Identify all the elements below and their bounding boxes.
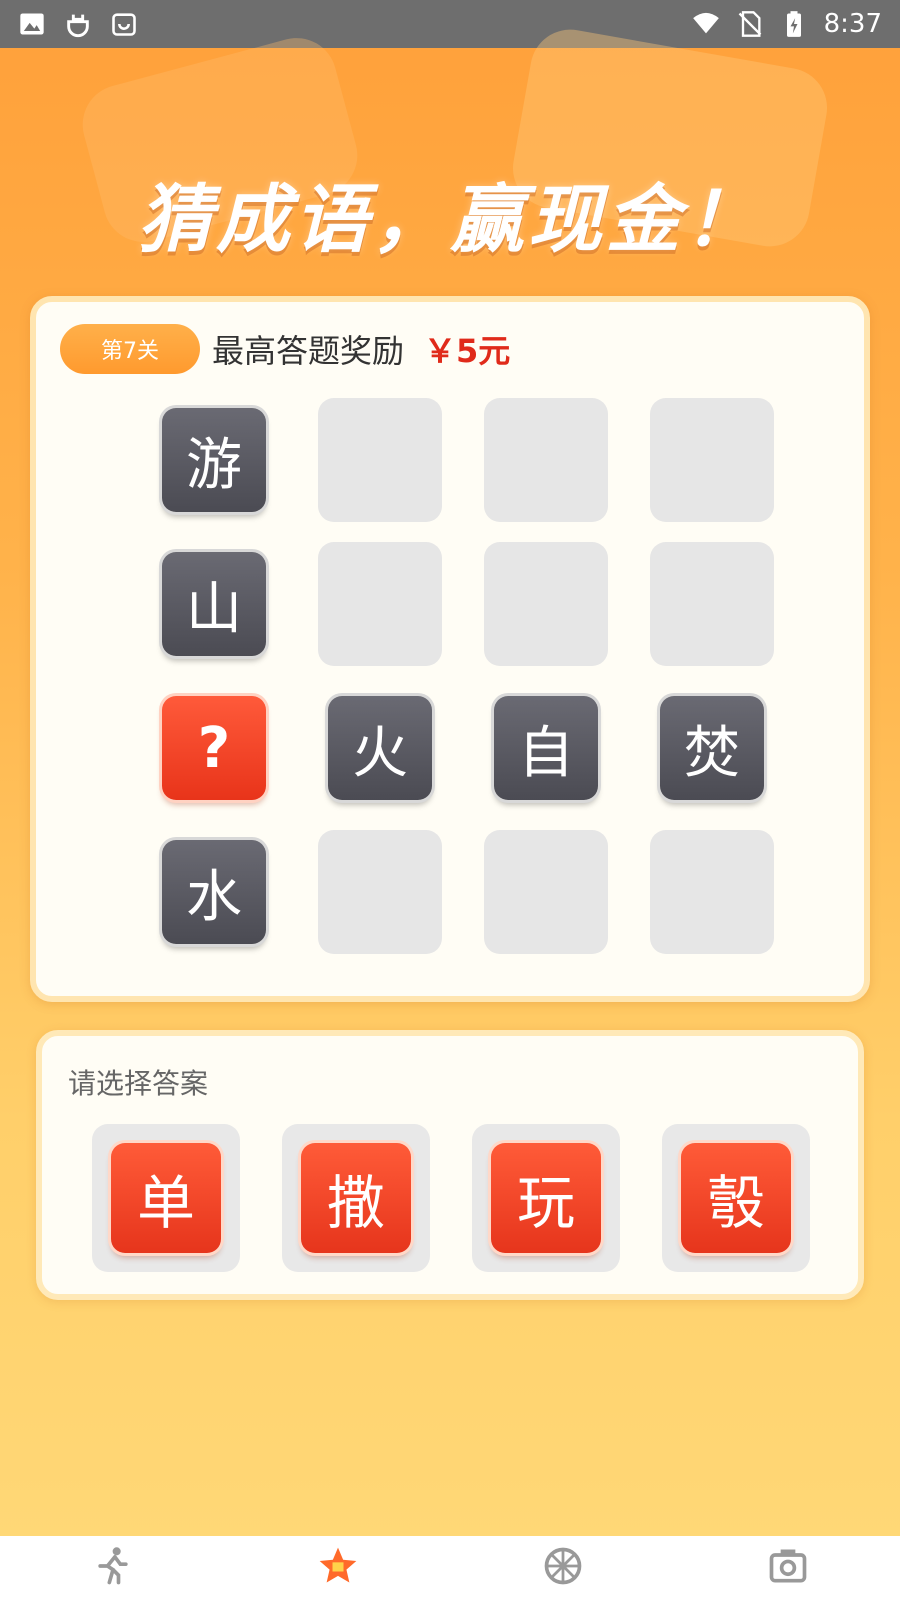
level-row: 第7关 最高答题奖励 ￥5元 bbox=[60, 324, 510, 374]
answer-option-char: 玩 bbox=[491, 1143, 601, 1253]
grid-tile-char: 山 bbox=[162, 552, 266, 656]
answer-options: 单 撒 玩 彀 bbox=[92, 1124, 810, 1272]
grid-tile-char: 自 bbox=[494, 696, 598, 800]
bottom-nav bbox=[0, 1536, 900, 1600]
nav-item-running[interactable] bbox=[73, 1536, 153, 1600]
grid-tile: 山 bbox=[152, 542, 276, 666]
answer-option-char: 撒 bbox=[301, 1143, 411, 1253]
grid-tile: 焚 bbox=[650, 686, 774, 810]
status-right: 8:37 bbox=[692, 9, 882, 39]
grid-tile-char: 火 bbox=[328, 696, 432, 800]
clock-time: 8:37 bbox=[823, 9, 882, 39]
grid-tile: 火 bbox=[318, 686, 442, 810]
answer-option-button[interactable]: 撒 bbox=[282, 1124, 430, 1272]
grid-empty-cell bbox=[650, 398, 774, 522]
grid-blank-tile: ? bbox=[152, 686, 276, 810]
answer-option-button[interactable]: 玩 bbox=[472, 1124, 620, 1272]
grid-tile-char: 游 bbox=[162, 408, 266, 512]
grid-empty-cell bbox=[484, 830, 608, 954]
nav-item-camera[interactable] bbox=[748, 1536, 828, 1600]
idiom-grid: 游 山 ? 火 自 焚 水 bbox=[152, 398, 774, 954]
status-left-icons bbox=[18, 10, 138, 38]
grid-tile: 游 bbox=[152, 398, 276, 522]
nav-item-wheel[interactable] bbox=[523, 1536, 603, 1600]
answer-option-button[interactable]: 单 bbox=[92, 1124, 240, 1272]
grid-tile: 水 bbox=[152, 830, 276, 954]
grid-empty-cell bbox=[484, 398, 608, 522]
grid-tile: 自 bbox=[484, 686, 608, 810]
grid-empty-cell bbox=[318, 542, 442, 666]
question-mark-tile: ? bbox=[162, 696, 266, 800]
reward-value: ￥5元 bbox=[424, 332, 511, 370]
answer-prompt: 请选择答案 bbox=[68, 1067, 209, 1100]
battery-charging-icon bbox=[780, 10, 808, 38]
page-title: 猜成语，赢现金！ bbox=[138, 177, 762, 263]
image-icon bbox=[18, 10, 46, 38]
grid-empty-cell bbox=[484, 542, 608, 666]
grid-tile-char: 水 bbox=[162, 840, 266, 944]
grid-empty-cell bbox=[318, 830, 442, 954]
grid-empty-cell bbox=[650, 830, 774, 954]
answer-card: 请选择答案 单 撒 玩 彀 bbox=[36, 1030, 864, 1300]
bug-icon bbox=[64, 10, 92, 38]
camera-icon bbox=[766, 1544, 810, 1592]
running-man-icon bbox=[91, 1544, 135, 1592]
reward-label: 最高答题奖励 bbox=[212, 332, 405, 370]
grid-empty-cell bbox=[650, 542, 774, 666]
status-bar: 8:37 bbox=[0, 0, 900, 48]
answer-option-char: 彀 bbox=[681, 1143, 791, 1253]
wifi-icon bbox=[692, 10, 720, 38]
wheel-icon bbox=[541, 1544, 585, 1592]
puzzle-card: 第7关 最高答题奖励 ￥5元 游 山 ? 火 自 焚 水 bbox=[30, 296, 870, 1002]
answer-option-char: 单 bbox=[111, 1143, 221, 1253]
level-badge: 第7关 bbox=[60, 324, 200, 374]
no-sim-icon bbox=[736, 10, 764, 38]
nav-item-idiom[interactable] bbox=[298, 1536, 378, 1600]
answer-option-button[interactable]: 彀 bbox=[662, 1124, 810, 1272]
shopping-bag-icon bbox=[110, 10, 138, 38]
grid-tile-char: 焚 bbox=[660, 696, 764, 800]
grid-empty-cell bbox=[318, 398, 442, 522]
star-badge-icon bbox=[316, 1544, 360, 1592]
